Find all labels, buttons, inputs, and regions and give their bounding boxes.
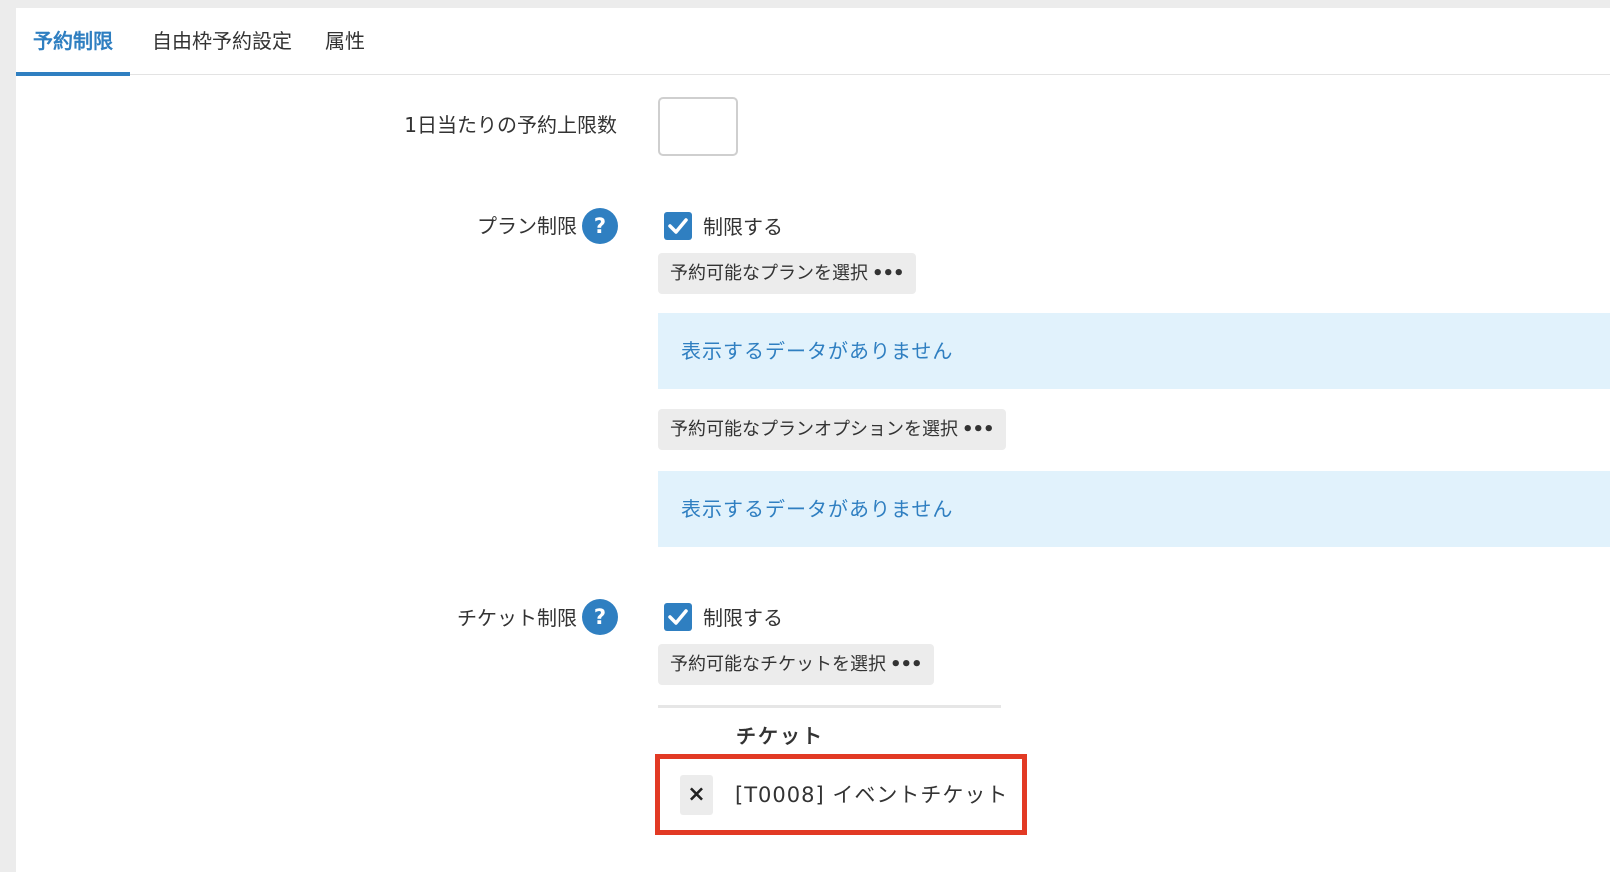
- settings-panel: 予約制限 自由枠予約設定 属性 1日当たりの予約上限数 プラン制限 ? 制限する…: [16, 8, 1610, 872]
- more-dots-icon: •••: [890, 654, 923, 675]
- plan-restriction-label: プラン制限: [477, 214, 577, 238]
- select-plan-button-label: 予約可能なプランを選択: [670, 263, 868, 284]
- checkmark-icon: [668, 218, 688, 234]
- more-dots-icon: •••: [872, 263, 905, 284]
- ticket-restriction-checkbox-label[interactable]: 制限する: [703, 602, 783, 631]
- ticket-table-header: チケット: [736, 724, 824, 748]
- select-ticket-button-label: 予約可能なチケットを選択: [670, 654, 886, 675]
- plan-restriction-help-icon[interactable]: ?: [582, 208, 618, 244]
- select-plan-button[interactable]: 予約可能なプランを選択 •••: [658, 253, 916, 294]
- ticket-restriction-help-icon[interactable]: ?: [582, 599, 618, 635]
- select-plan-option-button[interactable]: 予約可能なプランオプションを選択 •••: [658, 409, 1006, 450]
- plan-option-empty-message: 表示するデータがありません: [658, 471, 1610, 547]
- tab-free-slot-settings[interactable]: 自由枠予約設定: [146, 8, 298, 75]
- tab-reservation-limits[interactable]: 予約制限: [16, 8, 130, 76]
- daily-limit-input[interactable]: [658, 97, 738, 156]
- ticket-restriction-label: チケット制限: [457, 606, 577, 630]
- tab-attributes[interactable]: 属性: [322, 8, 368, 75]
- daily-limit-label: 1日当たりの予約上限数: [404, 113, 617, 137]
- remove-ticket-button[interactable]: ×: [680, 775, 713, 815]
- plan-restriction-checkbox[interactable]: [664, 212, 692, 240]
- ticket-restriction-checkbox[interactable]: [664, 603, 692, 631]
- checkmark-icon: [668, 609, 688, 625]
- more-dots-icon: •••: [962, 419, 995, 440]
- select-plan-option-button-label: 予約可能なプランオプションを選択: [670, 419, 958, 440]
- ticket-row-name: [T0008] イベントチケット: [735, 783, 1009, 807]
- plan-empty-message: 表示するデータがありません: [658, 313, 1610, 389]
- select-ticket-button[interactable]: 予約可能なチケットを選択 •••: [658, 644, 934, 685]
- tab-bar: 予約制限 自由枠予約設定 属性: [16, 8, 1610, 76]
- plan-restriction-checkbox-label[interactable]: 制限する: [703, 211, 783, 240]
- ticket-table-divider: [658, 705, 1001, 708]
